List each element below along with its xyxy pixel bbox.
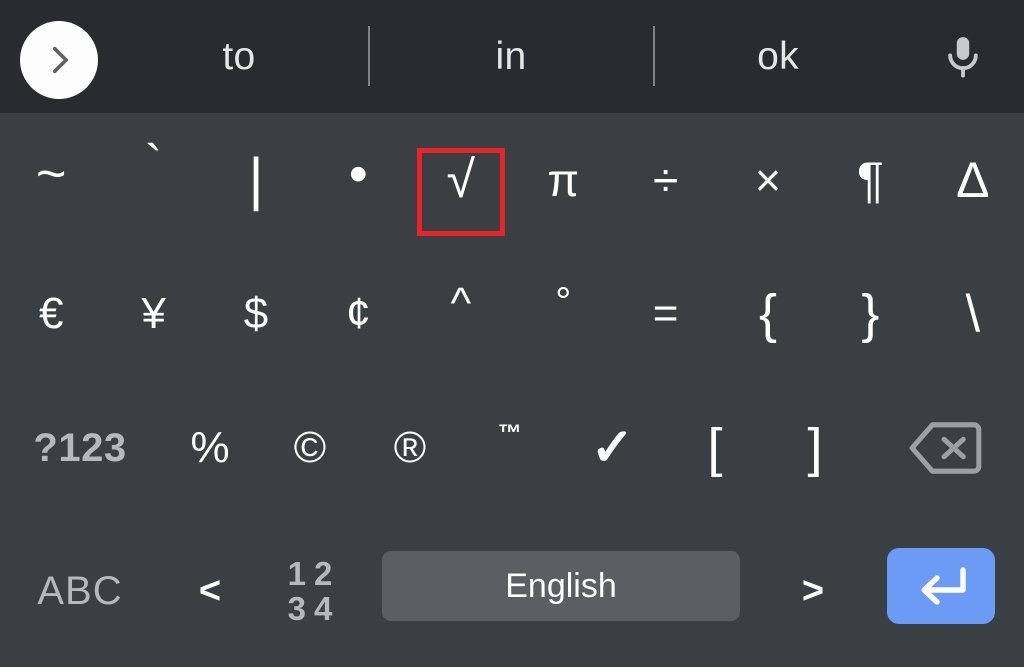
- key-multiply[interactable]: ×: [717, 113, 819, 247]
- key-square-root[interactable]: √: [410, 113, 512, 247]
- key-spacebar[interactable]: English: [382, 551, 740, 621]
- key-registered[interactable]: ®: [360, 381, 460, 515]
- numeric-grid-4: 4: [314, 589, 333, 627]
- suggestion-bar: to in ok: [0, 0, 1024, 113]
- key-backspace[interactable]: [865, 381, 1024, 515]
- key-trademark[interactable]: ™: [460, 381, 560, 515]
- key-bullet[interactable]: •: [307, 113, 409, 247]
- key-pipe[interactable]: |: [205, 113, 307, 247]
- backspace-icon: [906, 419, 984, 477]
- key-next-page[interactable]: >: [763, 515, 863, 667]
- key-brace-right[interactable]: }: [819, 247, 921, 381]
- suggestion-item-2[interactable]: ok: [654, 0, 902, 113]
- key-grave[interactable]: `: [102, 113, 204, 247]
- key-abc-layout[interactable]: ABC: [0, 515, 160, 667]
- numeric-grid-1: 1: [287, 554, 306, 592]
- expand-suggestions-button[interactable]: [20, 21, 98, 99]
- key-percent[interactable]: %: [160, 381, 260, 515]
- key-checkmark[interactable]: ✓: [560, 381, 665, 515]
- key-copyright[interactable]: ©: [260, 381, 360, 515]
- numeric-grid-3: 3: [287, 589, 306, 627]
- keyboard-row-1: € ¥ $ ¢ ^ ° = { } \: [0, 247, 1024, 381]
- suggestion-item-0[interactable]: to: [110, 0, 368, 113]
- keyboard-row-3: ABC < 1 2 3 4 English >: [0, 515, 1024, 667]
- microphone-icon: [941, 33, 985, 83]
- key-division[interactable]: ÷: [614, 113, 716, 247]
- key-dollar[interactable]: $: [205, 247, 307, 381]
- key-yen[interactable]: ¥: [102, 247, 204, 381]
- key-numeric-grid[interactable]: 1 2 3 4: [260, 515, 360, 667]
- key-caret[interactable]: ^: [410, 247, 512, 381]
- suggestion-label: in: [495, 34, 527, 78]
- spacebar-label: English: [505, 566, 617, 605]
- numeric-grid-2: 2: [314, 554, 333, 592]
- key-euro[interactable]: €: [0, 247, 102, 381]
- keyboard-row-0: ~ ` | • √ π ÷ × ¶ Δ: [0, 113, 1024, 247]
- key-previous-page[interactable]: <: [160, 515, 260, 667]
- key-area: ~ ` | • √ π ÷ × ¶ Δ € ¥ $ ¢ ^ ° = { } \ …: [0, 113, 1024, 667]
- keyboard-row-2: ?123 % © ® ™ ✓ [ ]: [0, 381, 1024, 515]
- keyboard-screen: to in ok ~ ` | • √ π ÷ × ¶ Δ € ¥ $ ¢ ^ °…: [0, 0, 1024, 667]
- key-backslash[interactable]: \: [922, 247, 1024, 381]
- key-pi[interactable]: π: [512, 113, 614, 247]
- numeric-grid-icon: 1 2 3 4: [288, 557, 333, 625]
- key-delta[interactable]: Δ: [922, 113, 1024, 247]
- enter-return-icon: [911, 562, 971, 610]
- key-cent[interactable]: ¢: [307, 247, 409, 381]
- key-bracket-left[interactable]: [: [665, 381, 765, 515]
- suggestion-label: to: [222, 34, 256, 78]
- key-degree[interactable]: °: [512, 247, 614, 381]
- key-bracket-right[interactable]: ]: [765, 381, 865, 515]
- voice-input-button[interactable]: [921, 28, 1005, 88]
- suggestion-item-1[interactable]: in: [369, 0, 653, 113]
- key-numbers-symbols[interactable]: ?123: [0, 381, 160, 515]
- key-pilcrow[interactable]: ¶: [819, 113, 921, 247]
- key-equals[interactable]: =: [614, 247, 716, 381]
- chevron-right-icon: [42, 43, 76, 77]
- suggestion-label: ok: [757, 34, 799, 78]
- key-tilde[interactable]: ~: [0, 113, 102, 247]
- key-brace-left[interactable]: {: [717, 247, 819, 381]
- key-enter[interactable]: [887, 548, 995, 624]
